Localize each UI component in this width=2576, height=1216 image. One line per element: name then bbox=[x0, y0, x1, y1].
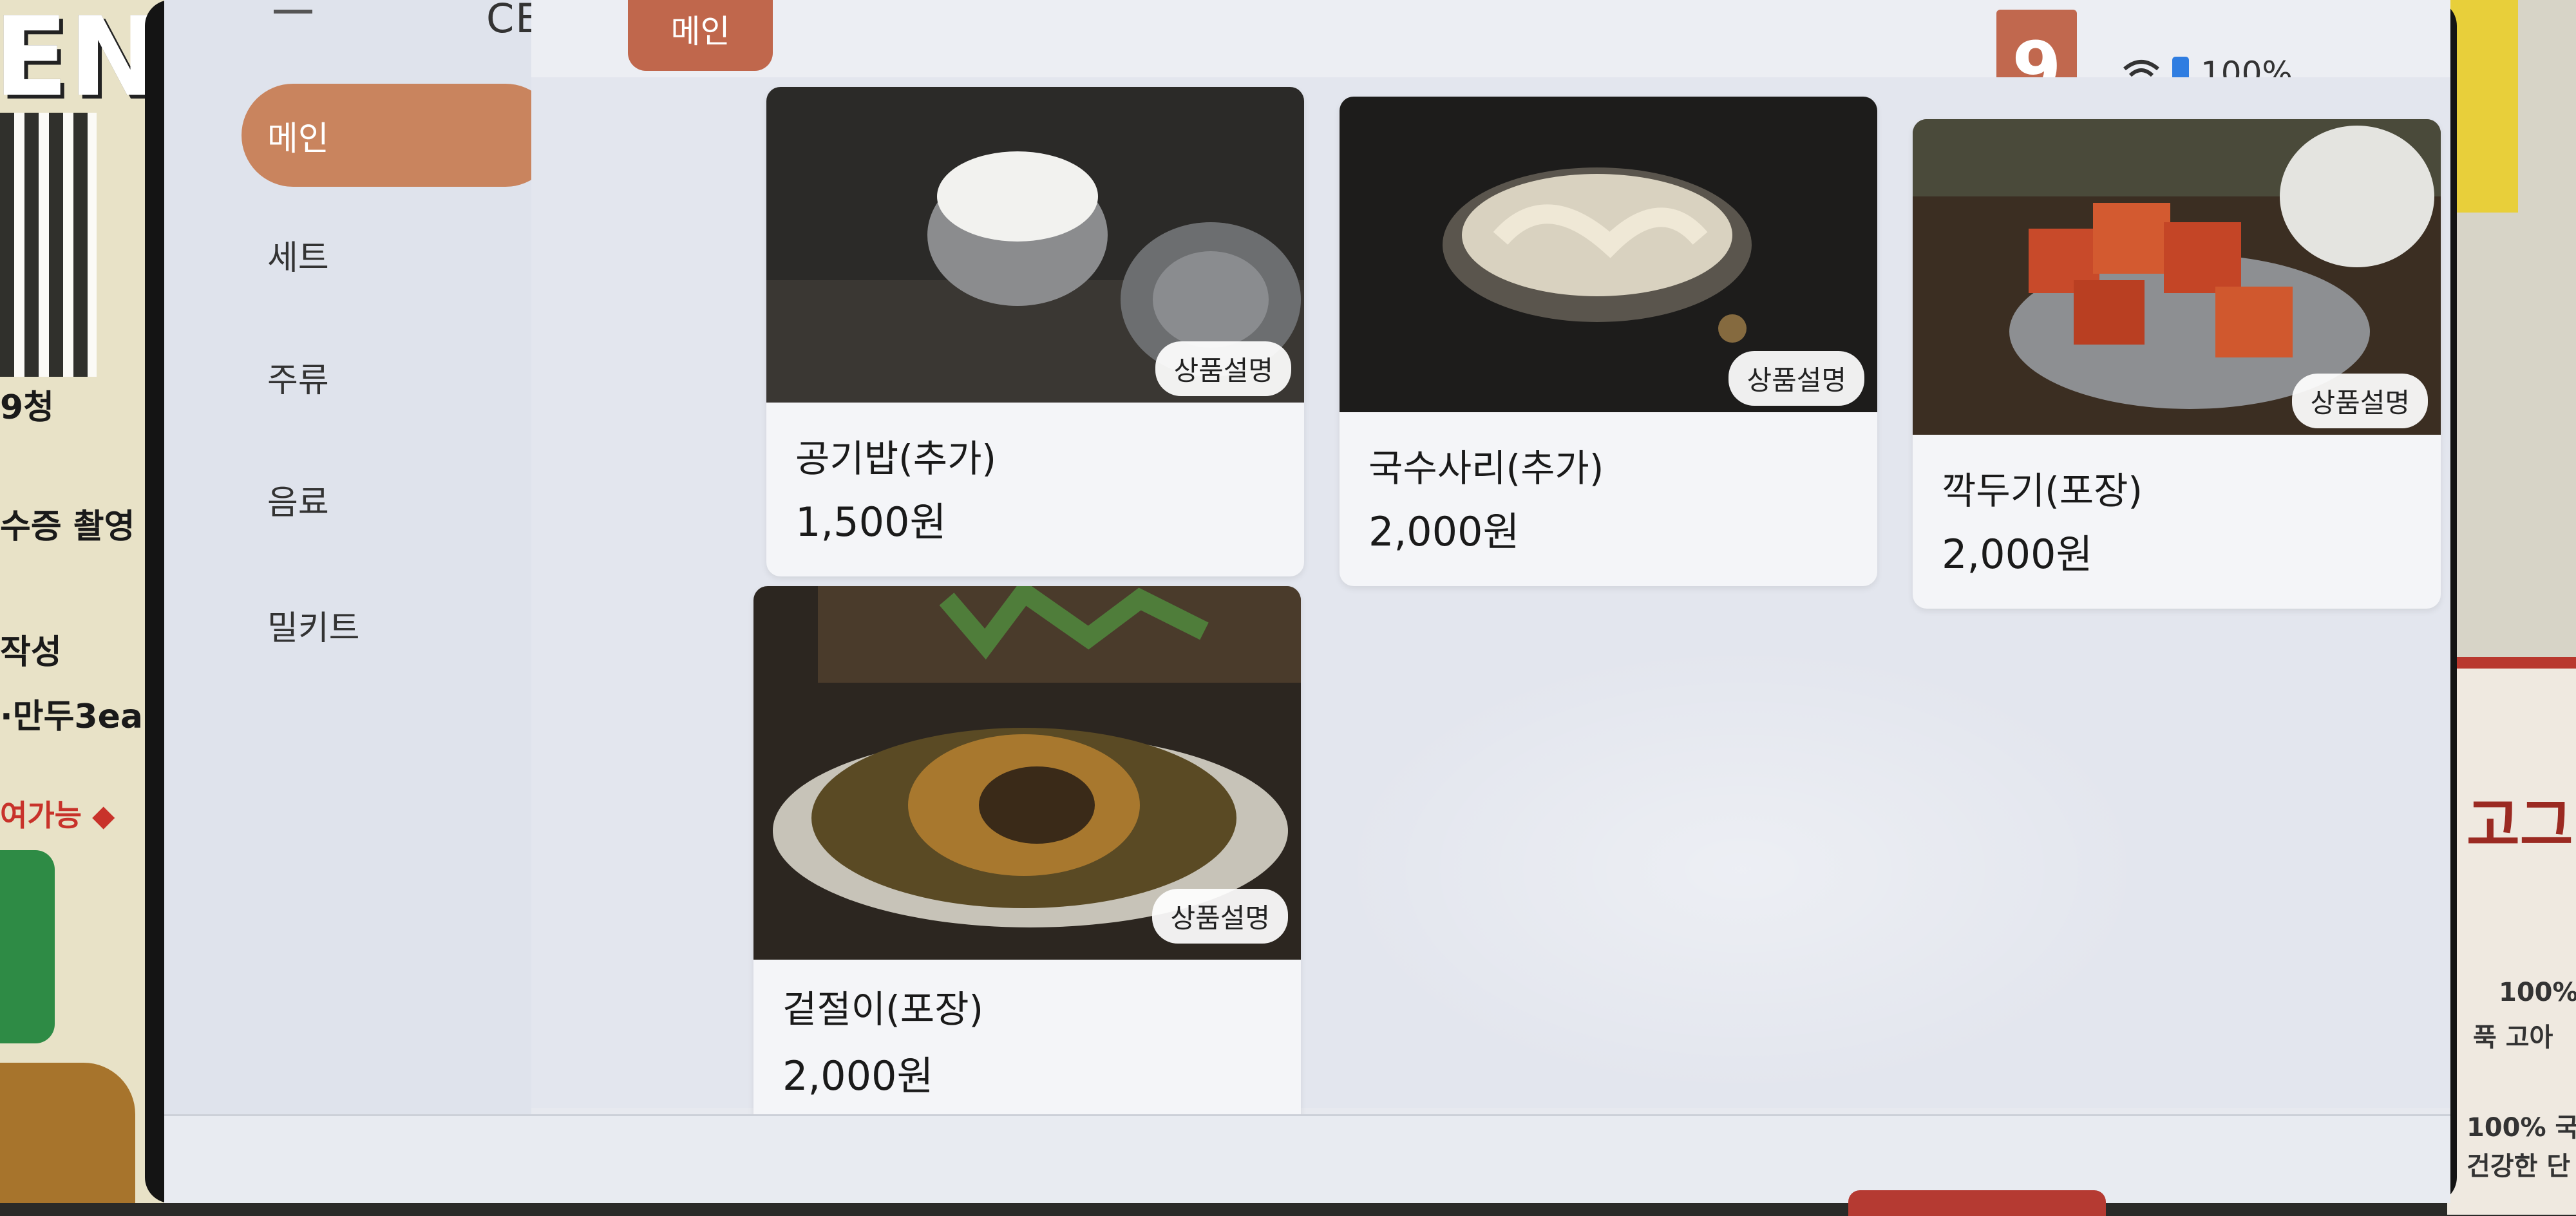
product-name: 국수사리(추가) bbox=[1368, 446, 1604, 490]
tab-main[interactable]: 메인 bbox=[628, 0, 773, 71]
product-price: 2,000원 bbox=[782, 1052, 934, 1099]
kiosk-screen: CE 메인 세트 주류 음료 밀키트 메인 9 100% 상품설명 공기밥(추가… bbox=[164, 0, 2450, 1203]
poster-line: 작성 bbox=[0, 633, 62, 672]
sidebar-item-main[interactable]: 메인 bbox=[242, 84, 557, 187]
poster-line: 9청 bbox=[0, 388, 55, 427]
sidebar-item-mealkit[interactable]: 밀키트 bbox=[242, 573, 557, 676]
product-name: 공기밥(추가) bbox=[795, 437, 997, 480]
right-poster-line: 건강한 단 bbox=[2467, 1152, 2571, 1181]
product-card[interactable]: 상품설명 국수사리(추가) 2,000원 bbox=[1340, 97, 1877, 586]
right-poster-title: 고그 bbox=[2467, 792, 2573, 859]
product-name: 겉절이(포장) bbox=[782, 987, 984, 1031]
product-price: 2,000원 bbox=[1942, 531, 2093, 578]
product-description-button[interactable]: 상품설명 bbox=[1155, 341, 1291, 396]
product-grid: 상품설명 공기밥(추가) 1,500원 상품설명 국수사리(추가) 2,000원 bbox=[531, 77, 2450, 1134]
product-name: 깍두기(포장) bbox=[1942, 469, 2143, 513]
product-card[interactable]: 상품설명 깍두기(포장) 2,000원 bbox=[1913, 119, 2441, 609]
sidebar-item-drinks[interactable]: 음료 bbox=[242, 448, 557, 551]
poster-line: 수증 촬영 bbox=[0, 508, 135, 546]
poster-line: 여가능 ◆ bbox=[0, 798, 115, 833]
right-sign bbox=[2447, 0, 2518, 213]
sidebar-item-alcohol[interactable]: 주류 bbox=[242, 325, 557, 428]
product-description-button[interactable]: 상품설명 bbox=[1152, 889, 1288, 944]
sidebar-item-set[interactable]: 세트 bbox=[242, 203, 557, 306]
poster-line: ·만두3ea bbox=[0, 698, 143, 736]
product-card[interactable]: 상품설명 공기밥(추가) 1,500원 bbox=[766, 87, 1304, 576]
drink-can bbox=[0, 850, 55, 1043]
right-poster-line: 100% 국 bbox=[2467, 1113, 2576, 1143]
dumpling-photo bbox=[0, 1063, 135, 1203]
hamburger-menu-icon[interactable] bbox=[274, 0, 312, 14]
product-card[interactable]: 상품설명 겉절이(포장) 2,000원 bbox=[753, 586, 1301, 1134]
qr-code bbox=[0, 113, 97, 377]
bottom-bar bbox=[164, 1114, 2450, 1203]
product-price: 1,500원 bbox=[795, 499, 947, 546]
product-description-button[interactable]: 상품설명 bbox=[1728, 351, 1864, 406]
order-button[interactable] bbox=[1848, 1190, 2106, 1216]
product-price: 2,000원 bbox=[1368, 508, 1520, 555]
right-poster-line: 푹 고아 bbox=[2473, 1023, 2553, 1052]
right-poster: 고그 100% 푹 고아 100% 국 건강한 단 bbox=[2447, 657, 2576, 1215]
product-description-button[interactable]: 상품설명 bbox=[2292, 374, 2428, 428]
sidebar: CE 메인 세트 주류 음료 밀키트 bbox=[164, 0, 557, 1114]
right-poster-line: 100% bbox=[2499, 978, 2576, 1007]
